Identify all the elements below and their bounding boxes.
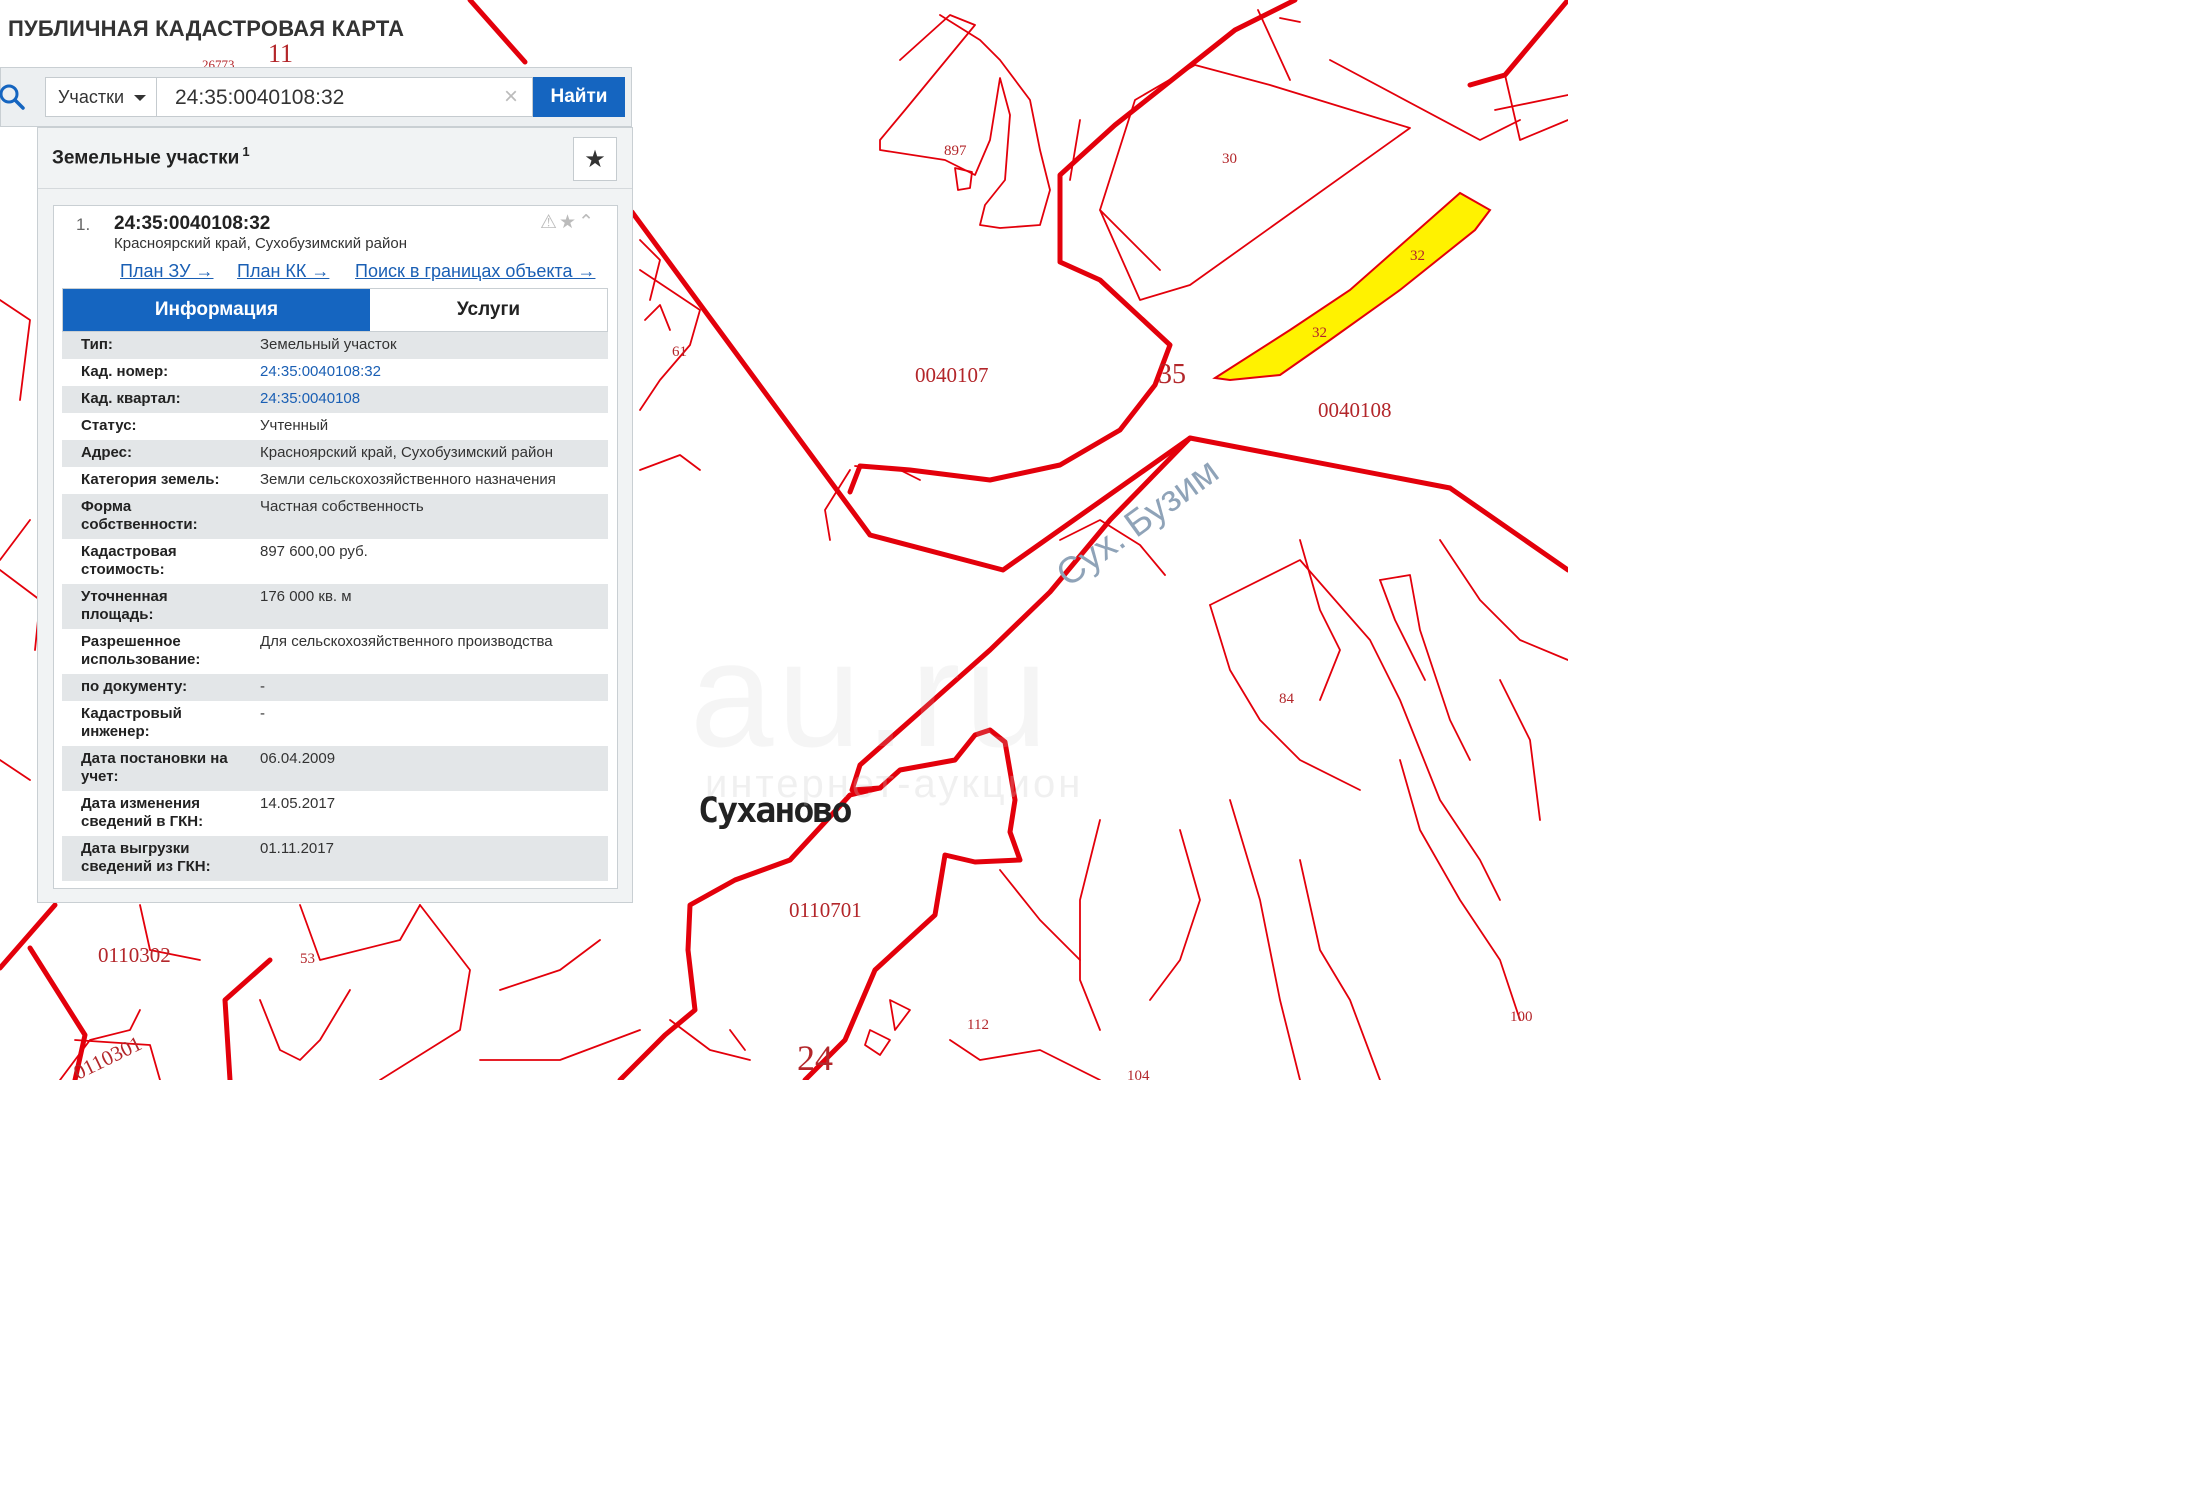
info-key: Дата постановки на учет: xyxy=(81,750,228,785)
info-key: Кадастровая стоимость: xyxy=(81,543,177,578)
map-label-897: 897 xyxy=(944,143,967,159)
info-value: 14.05.2017 xyxy=(260,795,336,812)
favorites-button[interactable]: ★ xyxy=(573,137,617,181)
info-row-change-date: Дата изменения сведений в ГКН: 14.05.201… xyxy=(62,791,608,836)
watermark-brand: au.ru xyxy=(690,610,1052,778)
info-key: Статус: xyxy=(81,417,137,434)
info-tabs: Информация Услуги xyxy=(62,288,608,332)
info-value: 06.04.2009 xyxy=(260,750,336,767)
result-index: 1. xyxy=(76,215,91,234)
info-key: Категория земель: xyxy=(81,471,220,488)
tab-information[interactable]: Информация xyxy=(63,289,370,331)
info-value: - xyxy=(260,678,265,695)
info-key: Адрес: xyxy=(81,444,132,461)
watermark-tagline: интернет-аукцион xyxy=(705,762,1084,806)
info-value: 01.11.2017 xyxy=(260,840,334,857)
search-type-select[interactable]: Участки xyxy=(45,77,157,117)
app-title: ПУБЛИЧНАЯ КАДАСТРОВАЯ КАРТА xyxy=(8,16,405,41)
info-row-ownership: Форма собственности: Частная собственнос… xyxy=(62,494,608,539)
map-label-0040107: 0040107 xyxy=(915,363,989,387)
info-row-by-document: по документу: - xyxy=(62,674,608,701)
map-label-0110701: 0110701 xyxy=(789,898,862,922)
result-address: Красноярский край, Сухобузимский район xyxy=(114,235,407,252)
map-label-32-lower: 32 xyxy=(1312,325,1327,341)
plan-zu-link[interactable]: План ЗУ → xyxy=(120,261,214,282)
info-key: Кад. квартал: xyxy=(81,390,181,407)
result-card: 1. 24:35:0040108:32 Красноярский край, С… xyxy=(53,205,618,889)
info-row-permitted-use: Разрешенное использование: Для сельскохо… xyxy=(62,629,608,674)
info-key: Разрешенное использование: xyxy=(81,633,201,668)
search-query: 24:35:0040108:32 xyxy=(175,86,345,109)
info-row-cadastral-value: Кадастровая стоимость: 897 600,00 руб. xyxy=(62,539,608,584)
map-label-35: 35 xyxy=(1158,359,1186,390)
info-row-registration-date: Дата постановки на учет: 06.04.2009 xyxy=(62,746,608,791)
info-key: Тип: xyxy=(81,336,113,353)
info-key: Кад. номер: xyxy=(81,363,169,380)
highlighted-parcel[interactable] xyxy=(1212,191,1492,382)
chevron-down-icon xyxy=(134,95,146,101)
info-value: Красноярский край, Сухобузимский район xyxy=(260,444,553,461)
map-label-84: 84 xyxy=(1279,691,1295,707)
info-value: Земли сельскохозяйственного назначения xyxy=(260,471,556,488)
warning-icon[interactable]: ⚠ xyxy=(540,211,559,233)
info-value: 897 600,00 руб. xyxy=(260,543,368,560)
info-row-cad-quarter: Кад. квартал: 24:35:0040108 xyxy=(62,386,608,413)
map-label-32-upper: 32 xyxy=(1410,248,1425,264)
info-row-land-category: Категория земель: Земли сельскохозяйстве… xyxy=(62,467,608,494)
results-title-text: Земельные участки xyxy=(52,147,240,169)
results-header: Земельные участки 1 ★ xyxy=(38,128,632,189)
info-table: Тип: Земельный участок Кад. номер: 24:35… xyxy=(62,332,608,881)
info-value: - xyxy=(260,705,265,722)
search-type-label: Участки xyxy=(58,87,124,107)
info-key: Кадастровый инженер: xyxy=(81,705,182,740)
info-row-export-date: Дата выгрузки сведений из ГКН: 01.11.201… xyxy=(62,836,608,881)
info-value: 176 000 кв. м xyxy=(260,588,352,605)
map-label-112: 112 xyxy=(967,1017,989,1033)
tab-services[interactable]: Услуги xyxy=(370,289,607,331)
star-icon: ★ xyxy=(584,145,606,173)
info-value: Земельный участок xyxy=(260,336,397,353)
result-cadastral-number[interactable]: 24:35:0040108:32 xyxy=(114,213,270,235)
info-key: Дата выгрузки сведений из ГКН: xyxy=(81,840,211,875)
search-icon[interactable] xyxy=(0,82,27,112)
info-value: Учтенный xyxy=(260,417,329,434)
map-label-0040108: 0040108 xyxy=(1318,398,1392,422)
map-label-104: 104 xyxy=(1127,1068,1150,1080)
search-bar: Участки 24:35:0040108:32 × Найти xyxy=(0,67,632,127)
search-input[interactable]: 24:35:0040108:32 × xyxy=(157,77,533,117)
map-label-0110302: 0110302 xyxy=(98,943,171,967)
info-row-address: Адрес: Красноярский край, Сухобузимский … xyxy=(62,440,608,467)
map-label-61: 61 xyxy=(672,344,687,360)
info-row-status: Статус: Учтенный xyxy=(62,413,608,440)
card-actions: ⚠★⌃ xyxy=(540,211,596,233)
info-value-link[interactable]: 24:35:0040108 xyxy=(260,390,360,408)
close-icon[interactable]: × xyxy=(504,83,518,111)
map-label-11: 11 xyxy=(268,39,293,68)
info-key: Дата изменения сведений в ГКН: xyxy=(81,795,204,830)
info-row-cad-number: Кад. номер: 24:35:0040108:32 xyxy=(62,359,608,386)
info-key: по документу: xyxy=(81,678,188,695)
info-row-engineer: Кадастровый инженер: - xyxy=(62,701,608,746)
river-label: Сух. Бузим xyxy=(1049,450,1226,594)
results-count: 1 xyxy=(242,144,250,159)
info-row-area: Уточненная площадь: 176 000 кв. м xyxy=(62,584,608,629)
info-row-type: Тип: Земельный участок xyxy=(62,332,608,359)
map-label-100: 100 xyxy=(1510,1009,1533,1025)
map-label-24: 24 xyxy=(797,1038,833,1078)
chevron-up-icon[interactable]: ⌃ xyxy=(578,211,596,233)
map-label-53: 53 xyxy=(300,951,315,967)
plan-kk-link[interactable]: План КК → xyxy=(237,261,329,282)
info-key: Уточненная площадь: xyxy=(81,588,168,623)
info-value-link[interactable]: 24:35:0040108:32 xyxy=(260,363,381,381)
map-label-30: 30 xyxy=(1222,151,1237,167)
find-button[interactable]: Найти xyxy=(533,77,625,117)
search-in-bounds-link[interactable]: Поиск в границах объекта → xyxy=(355,261,595,282)
star-icon[interactable]: ★ xyxy=(559,211,578,233)
info-value: Для сельскохозяйственного производства xyxy=(260,633,553,650)
info-key: Форма собственности: xyxy=(81,498,198,533)
results-panel: Земельные участки 1 ★ 1. 24:35:0040108:32… xyxy=(37,127,633,903)
info-value: Частная собственность xyxy=(260,498,424,515)
results-title: Земельные участки 1 xyxy=(52,144,250,169)
